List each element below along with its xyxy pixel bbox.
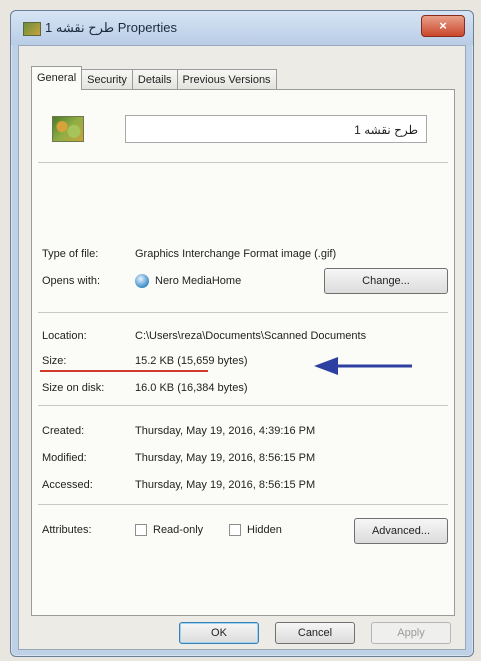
- opens-with-value: Nero MediaHome: [155, 275, 242, 287]
- divider: [38, 504, 448, 505]
- hidden-checkbox[interactable]: [229, 524, 241, 536]
- ok-button[interactable]: OK: [179, 622, 259, 644]
- general-panel: طرح نقشه 1 Type of file: Graphics Interc…: [31, 89, 455, 616]
- type-of-file-value: Graphics Interchange Format image (.gif): [135, 248, 337, 260]
- change-button[interactable]: Change...: [324, 268, 448, 294]
- tab-previous-versions[interactable]: Previous Versions: [176, 69, 277, 90]
- properties-window: طرح نقشه 1 Properties × General Security…: [10, 10, 474, 657]
- created-label: Created:: [42, 425, 85, 437]
- advanced-button[interactable]: Advanced...: [354, 518, 448, 544]
- divider: [38, 405, 448, 406]
- gif-image-icon: [52, 116, 84, 142]
- cancel-button[interactable]: Cancel: [275, 622, 355, 644]
- size-on-disk-value: 16.0 KB (16,384 bytes): [135, 382, 248, 394]
- file-type-icon: [23, 22, 41, 36]
- type-of-file-label: Type of file:: [42, 248, 99, 260]
- location-label: Location:: [42, 330, 87, 342]
- apply-button[interactable]: Apply: [371, 622, 451, 644]
- location-value: C:\Users\reza\Documents\Scanned Document…: [135, 330, 367, 342]
- tab-security[interactable]: Security: [81, 69, 133, 90]
- size-on-disk-label: Size on disk:: [42, 382, 105, 394]
- size-label: Size:: [42, 355, 67, 367]
- arrow-annotation-icon: [314, 357, 412, 375]
- tab-general[interactable]: General: [31, 66, 83, 90]
- nero-mediahome-icon: [135, 274, 149, 288]
- modified-value: Thursday, May 19, 2016, 8:56:15 PM: [135, 452, 316, 464]
- created-value: Thursday, May 19, 2016, 4:39:16 PM: [135, 425, 316, 437]
- file-name-input[interactable]: طرح نقشه 1: [125, 115, 427, 143]
- close-button[interactable]: ×: [421, 15, 465, 37]
- accessed-label: Accessed:: [42, 479, 93, 491]
- window-title: طرح نقشه 1 Properties: [45, 20, 178, 35]
- title-bar[interactable]: طرح نقشه 1 Properties ×: [11, 11, 473, 45]
- size-value: 15.2 KB (15,659 bytes): [135, 355, 248, 367]
- readonly-label: Read-only: [153, 524, 204, 536]
- attributes-label: Attributes:: [42, 524, 92, 536]
- divider: [38, 312, 448, 313]
- hidden-label: Hidden: [247, 524, 282, 536]
- readonly-checkbox[interactable]: [135, 524, 147, 536]
- accessed-value: Thursday, May 19, 2016, 8:56:15 PM: [135, 479, 316, 491]
- divider: [38, 162, 448, 163]
- modified-label: Modified:: [42, 452, 87, 464]
- size-underline-annotation: [40, 370, 208, 372]
- opens-with-label: Opens with:: [42, 275, 101, 287]
- tab-details[interactable]: Details: [131, 69, 178, 90]
- dialog-body: General Security Details Previous Versio…: [18, 45, 466, 650]
- tab-strip: General Security Details Previous Versio…: [31, 66, 277, 90]
